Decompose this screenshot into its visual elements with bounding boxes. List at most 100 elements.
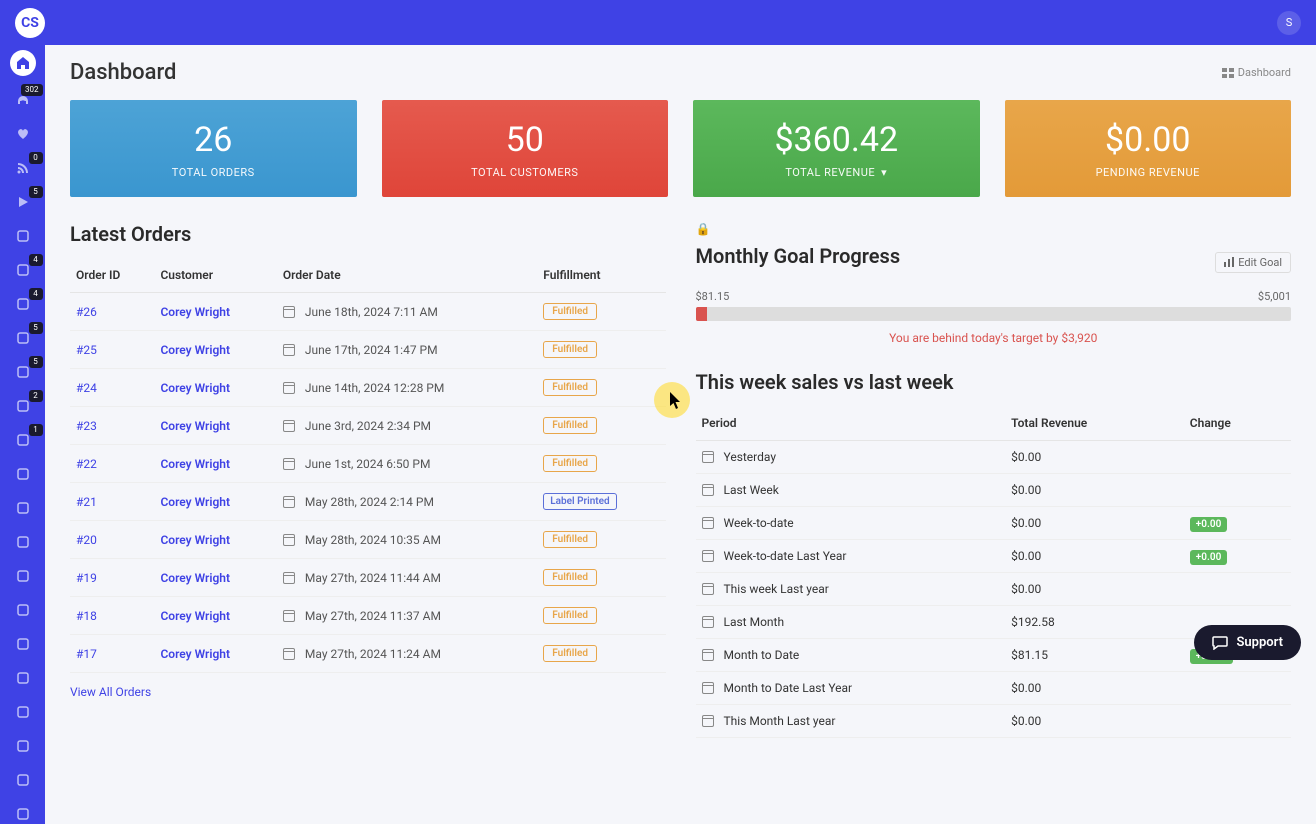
revenue-value: $0.00 [1005, 540, 1184, 573]
sidebar-item-pen[interactable]: 1 [13, 430, 33, 450]
edit-goal-button[interactable]: Edit Goal [1215, 252, 1291, 273]
sidebar-item-rss[interactable]: 0 [13, 158, 33, 178]
sidebar-item-cube[interactable]: 4 [13, 260, 33, 280]
topbar: CS S [0, 0, 1316, 45]
customer-link[interactable]: Corey Wright [160, 381, 230, 395]
sidebar-item-cube-stack[interactable]: 4 [13, 294, 33, 314]
stat-value: 50 [392, 120, 659, 160]
sidebar-badge: 302 [21, 84, 43, 96]
sidebar-item-users[interactable]: 2 [13, 396, 33, 416]
table-row: Week-to-date $0.00 +0.00 [696, 507, 1292, 540]
status-badge: Fulfilled [543, 341, 597, 358]
stat-card-3: $0.00 PENDING REVENUE [1005, 100, 1292, 197]
calendar-icon [702, 715, 714, 727]
order-id-link[interactable]: #18 [76, 609, 97, 623]
main-content: Dashboard Dashboard 26 TOTAL ORDERS50 TO… [45, 45, 1316, 824]
customer-link[interactable]: Corey Wright [160, 419, 230, 433]
sidebar-item-receipt[interactable] [13, 770, 33, 790]
order-id-link[interactable]: #20 [76, 533, 97, 547]
table-row: Month to Date Last Year $0.00 [696, 672, 1292, 705]
sidebar-item-share[interactable] [13, 600, 33, 620]
sidebar-item-return[interactable]: 5 [13, 328, 33, 348]
sidebar-item-return2[interactable]: 5 [13, 362, 33, 382]
sidebar-item-headset[interactable]: 302 [13, 90, 33, 110]
sidebar-item-gear[interactable] [13, 566, 33, 586]
table-row: #23 Corey Wright June 3rd, 2024 2:34 PM … [70, 407, 666, 445]
change-badge: +0.00 [1190, 517, 1227, 532]
stat-card-2[interactable]: $360.42 TOTAL REVENUE▾ [693, 100, 980, 197]
order-id-link[interactable]: #21 [76, 495, 97, 509]
calendar-icon [283, 420, 295, 432]
avatar[interactable]: S [1277, 11, 1301, 35]
change-badge: +0.00 [1190, 550, 1227, 565]
order-id-link[interactable]: #26 [76, 305, 97, 319]
status-badge: Fulfilled [543, 607, 597, 624]
order-date: June 18th, 2024 7:11 AM [305, 305, 438, 319]
order-date: May 28th, 2024 10:35 AM [305, 533, 441, 547]
customer-link[interactable]: Corey Wright [160, 533, 230, 547]
calendar-icon [283, 572, 295, 584]
goal-progress-bar [696, 307, 1292, 321]
breadcrumb[interactable]: Dashboard [1222, 66, 1291, 79]
sidebar-item-package[interactable] [13, 532, 33, 552]
customer-link[interactable]: Corey Wright [160, 571, 230, 585]
edit-goal-label: Edit Goal [1238, 256, 1282, 269]
status-badge: Fulfilled [543, 303, 597, 320]
stat-label: PENDING REVENUE [1015, 166, 1282, 179]
sidebar-item-mobile[interactable] [13, 634, 33, 654]
sidebar-item-cart[interactable] [13, 736, 33, 756]
sidebar-item-home[interactable] [10, 50, 36, 76]
sidebar-badge: 5 [29, 322, 43, 334]
calendar-icon [283, 382, 295, 394]
order-date: June 1st, 2024 6:50 PM [305, 457, 431, 471]
period-label: Month to Date [724, 648, 800, 662]
table-row: #22 Corey Wright June 1st, 2024 6:50 PM … [70, 445, 666, 483]
sidebar-item-screen[interactable] [13, 498, 33, 518]
customer-link[interactable]: Corey Wright [160, 343, 230, 357]
status-badge: Fulfilled [543, 645, 597, 662]
stat-value: 26 [80, 120, 347, 160]
customer-link[interactable]: Corey Wright [160, 305, 230, 319]
period-label: Last Month [724, 615, 785, 629]
customer-link[interactable]: Corey Wright [160, 495, 230, 509]
period-label: This week Last year [724, 582, 829, 596]
sidebar-item-calendar[interactable] [13, 702, 33, 722]
status-badge: Fulfilled [543, 379, 597, 396]
sidebar-item-chart-bar[interactable] [13, 668, 33, 688]
period-label: Week-to-date Last Year [724, 549, 847, 563]
table-row: #25 Corey Wright June 17th, 2024 1:47 PM… [70, 331, 666, 369]
customer-link[interactable]: Corey Wright [160, 457, 230, 471]
page-title: Dashboard [70, 60, 176, 85]
revenue-value: $0.00 [1005, 705, 1184, 738]
grid-icon [1222, 68, 1234, 78]
order-id-link[interactable]: #25 [76, 343, 97, 357]
order-date: May 27th, 2024 11:24 AM [305, 647, 441, 661]
customer-link[interactable]: Corey Wright [160, 609, 230, 623]
goal-title: Monthly Goal Progress [696, 244, 901, 268]
order-id-link[interactable]: #19 [76, 571, 97, 585]
order-date: June 3rd, 2024 2:34 PM [305, 419, 431, 433]
logo[interactable]: CS [15, 8, 45, 38]
calendar-icon [702, 517, 714, 529]
table-row: #17 Corey Wright May 27th, 2024 11:24 AM… [70, 635, 666, 673]
sidebar-item-user-refresh[interactable] [13, 226, 33, 246]
goal-current: $81.15 [696, 290, 730, 303]
revenue-value: $81.15 [1005, 639, 1184, 672]
order-id-link[interactable]: #23 [76, 419, 97, 433]
sidebar-item-play[interactable]: 5 [13, 192, 33, 212]
sidebar-item-heart[interactable] [13, 124, 33, 144]
order-date: June 17th, 2024 1:47 PM [305, 343, 438, 357]
weekly-table: Period Total Revenue Change Yesterday $0… [696, 406, 1292, 738]
customer-link[interactable]: Corey Wright [160, 647, 230, 661]
view-all-orders-link[interactable]: View All Orders [70, 685, 151, 699]
order-id-link[interactable]: #17 [76, 647, 97, 661]
revenue-value: $0.00 [1005, 672, 1184, 705]
order-id-link[interactable]: #24 [76, 381, 97, 395]
status-badge: Fulfilled [543, 455, 597, 472]
order-id-link[interactable]: #22 [76, 457, 97, 471]
sidebar-item-user-plus[interactable] [13, 464, 33, 484]
sidebar-item-chat[interactable] [13, 804, 33, 824]
support-button[interactable]: Support [1194, 625, 1301, 660]
orders-th-customer: Customer [154, 258, 276, 293]
order-date: May 27th, 2024 11:37 AM [305, 609, 441, 623]
